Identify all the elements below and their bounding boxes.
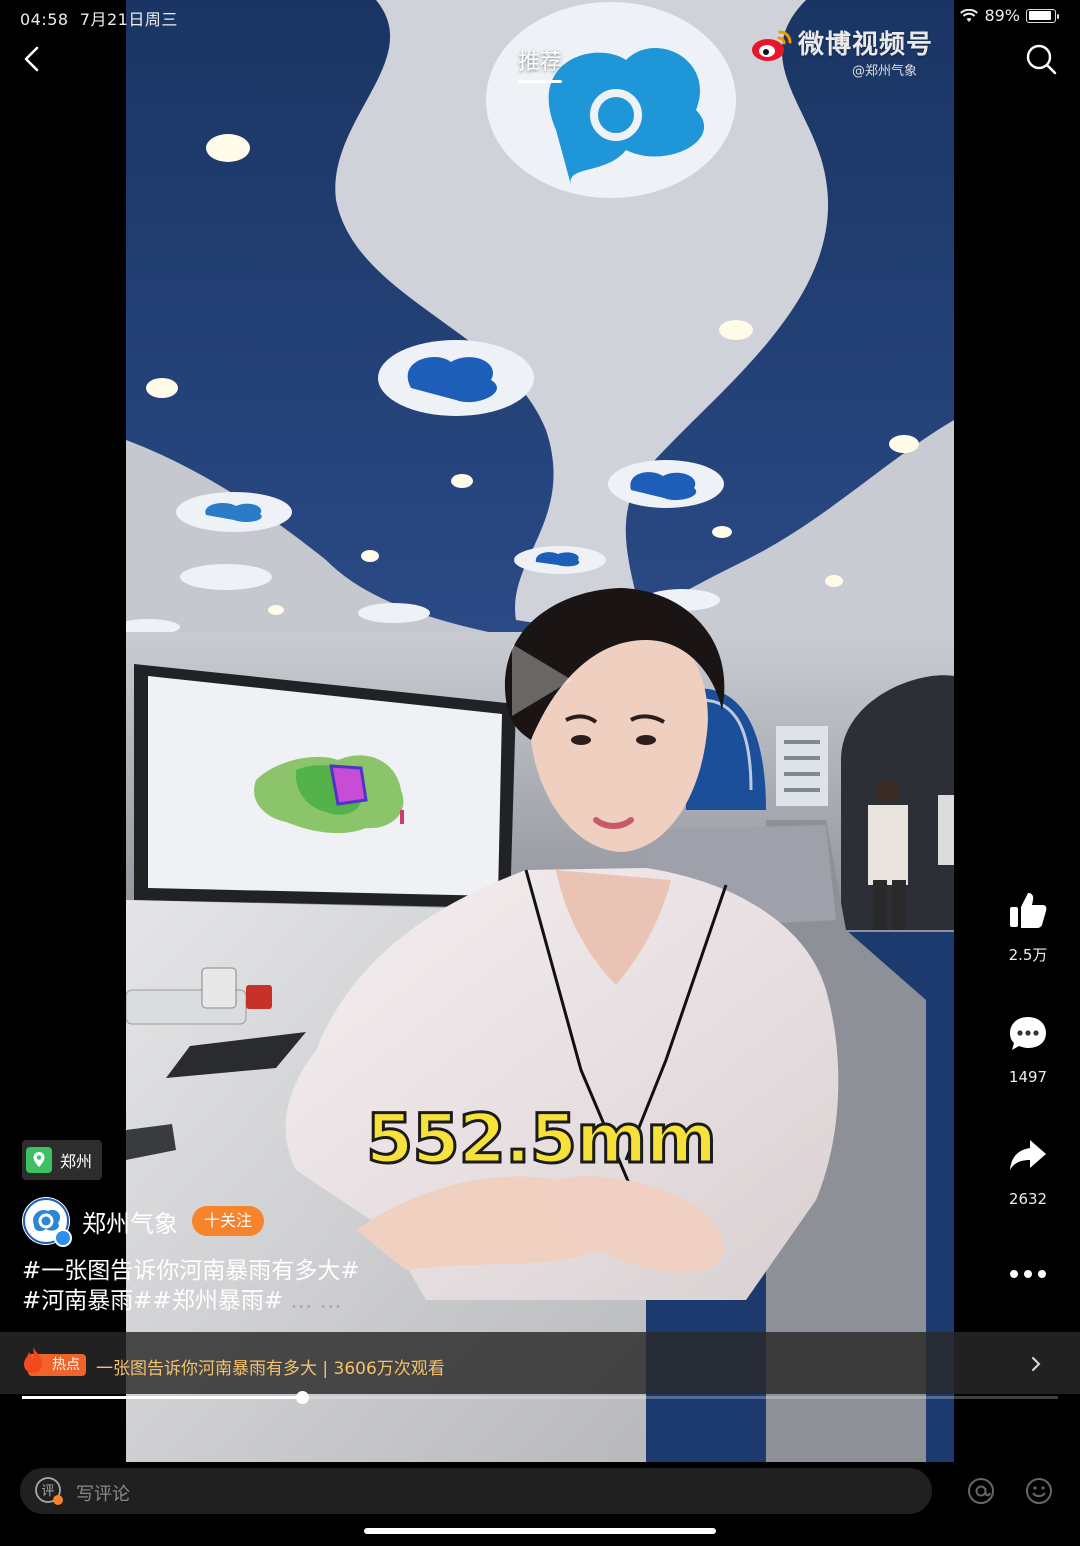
home-indicator[interactable] <box>364 1528 716 1534</box>
caption-ellipsis: ... ... <box>283 1288 342 1314</box>
svg-text:评: 评 <box>41 1484 54 1499</box>
share-icon <box>1010 1140 1046 1170</box>
caption-line-2: #河南暴雨##郑州暴雨# <box>22 1288 284 1314</box>
tab-underline <box>518 80 562 83</box>
author-row: 郑州气象 十关注 <box>22 1196 265 1247</box>
comment-icon <box>1010 1017 1046 1050</box>
play-icon[interactable] <box>506 640 576 720</box>
verified-badge-icon <box>54 1229 72 1247</box>
more-icon <box>1010 1270 1046 1278</box>
share-count: 2632 <box>1008 1190 1048 1208</box>
hot-topic-text: 一张图告诉你河南暴雨有多大 | 3606万次观看 <box>96 1359 445 1379</box>
caption-line-1: #一张图告诉你河南暴雨有多大# <box>22 1258 360 1284</box>
video-progress-bar[interactable] <box>22 1391 1058 1404</box>
like-button[interactable]: 2.5万 <box>990 890 1066 965</box>
write-comment-icon: 评 <box>35 1477 63 1505</box>
location-tag[interactable]: 郑州 <box>22 1140 103 1180</box>
progress-fill <box>22 1396 302 1399</box>
comment-placeholder: 写评论 <box>76 1484 130 1505</box>
avatar[interactable] <box>22 1197 72 1247</box>
share-button[interactable]: 2632 <box>990 1136 1066 1208</box>
hot-topic-bar[interactable]: 热点 一张图告诉你河南暴雨有多大 | 3606万次观看 <box>0 1332 1080 1394</box>
comment-input[interactable]: 评 写评论 <box>20 1468 932 1514</box>
chevron-right-icon <box>1032 1357 1041 1371</box>
follow-button[interactable]: 十关注 <box>192 1206 265 1236</box>
status-bar: 04:58 7月21日周三 89% <box>0 0 1080 32</box>
battery-level <box>1028 11 1051 20</box>
location-label: 郑州 <box>60 1152 93 1171</box>
search-icon[interactable] <box>1024 42 1058 76</box>
watermark-handle: @郑州气象 <box>852 64 918 79</box>
more-button[interactable] <box>990 1262 1066 1286</box>
hot-badge-label: 热点 <box>52 1357 80 1373</box>
wifi-icon <box>960 8 979 22</box>
status-time: 04:58 7月21日周三 <box>20 10 178 29</box>
like-count: 2.5万 <box>1008 946 1048 964</box>
tab-recommend[interactable]: 推荐 <box>510 44 570 76</box>
like-icon <box>1010 893 1047 928</box>
video-overlay-text: 552.5mm <box>365 1099 719 1181</box>
mention-icon[interactable] <box>966 1476 996 1506</box>
emoji-icon[interactable] <box>1024 1476 1054 1506</box>
comment-count: 1497 <box>1008 1068 1048 1086</box>
battery-icon <box>1026 8 1059 23</box>
location-icon <box>26 1147 52 1173</box>
status-indicators: 89% <box>960 6 1059 25</box>
battery-percent: 89% <box>984 6 1020 25</box>
back-icon[interactable] <box>18 44 48 74</box>
weibo-logo-icon <box>752 30 792 61</box>
video-caption[interactable]: #一张图告诉你河南暴雨有多大# #河南暴雨##郑州暴雨# ... ... <box>22 1256 582 1316</box>
hot-badge: 热点 <box>24 1347 86 1376</box>
author-name[interactable]: 郑州气象 <box>82 1204 178 1239</box>
flame-icon <box>24 1347 42 1373</box>
progress-thumb[interactable] <box>295 1391 309 1404</box>
comment-button[interactable]: 1497 <box>990 1014 1066 1086</box>
